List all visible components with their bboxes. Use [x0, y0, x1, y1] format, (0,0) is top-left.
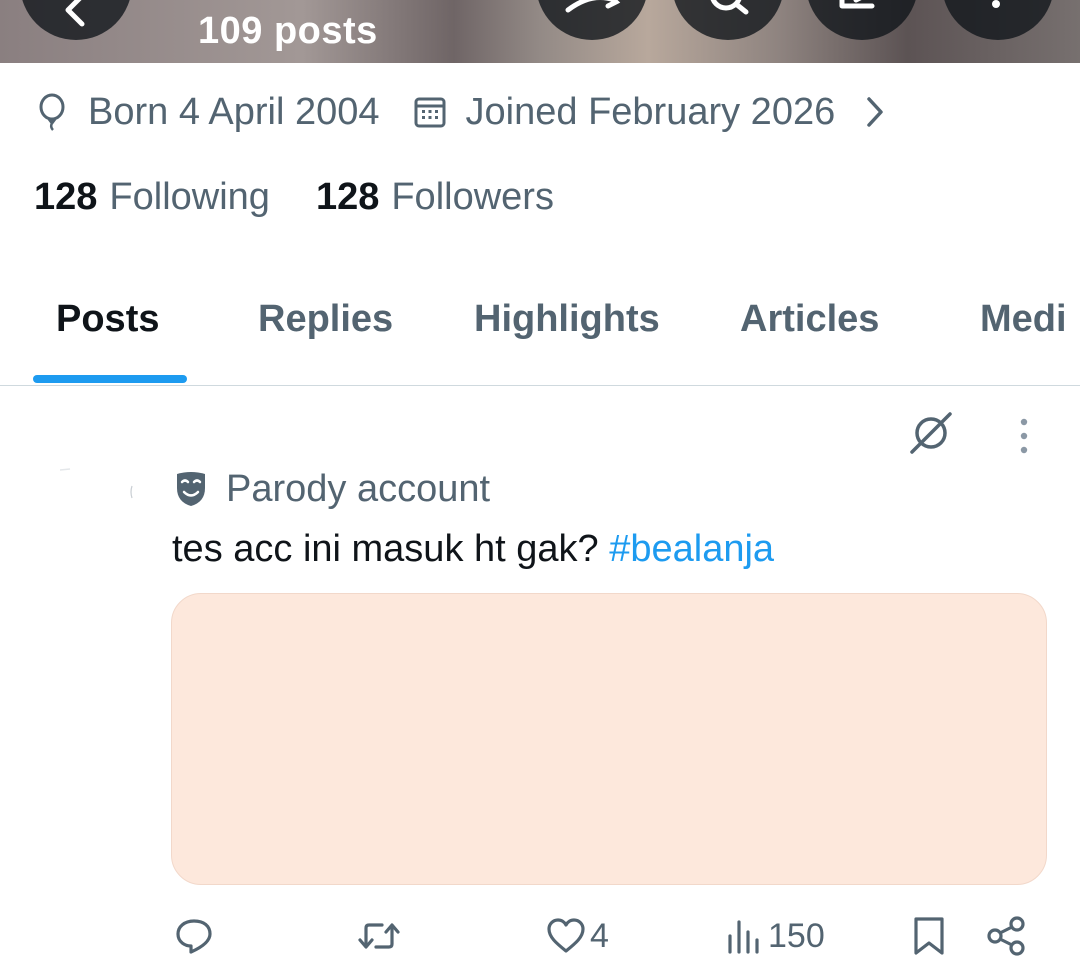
- bookmark-icon: [914, 917, 944, 955]
- followers-link[interactable]: 128 Followers: [316, 176, 554, 219]
- followers-label: Followers: [391, 175, 554, 218]
- following-label: Following: [109, 175, 270, 218]
- profile-header-banner: 109 posts: [0, 0, 1080, 63]
- share-icon: [987, 916, 1025, 956]
- bookmark-button[interactable]: [910, 910, 948, 962]
- following-count: 128: [34, 175, 98, 218]
- parody-label-row: Parody account: [174, 466, 490, 512]
- share-button[interactable]: [986, 910, 1028, 962]
- following-link[interactable]: 128 Following: [34, 176, 270, 219]
- reply-button[interactable]: [174, 910, 218, 962]
- parody-label: Parody account: [226, 467, 491, 510]
- grok-button[interactable]: [536, 0, 648, 40]
- repost-button[interactable]: [356, 910, 406, 962]
- heart-icon: [547, 918, 585, 953]
- birthday-text: Born 4 April 2004: [88, 90, 380, 133]
- profile-tabs: Posts Replies Highlights Articles Medi: [0, 270, 1080, 386]
- follow-stats: 128 Following 128 Followers: [34, 172, 554, 222]
- post-text: tes acc ini masuk ht gak? #bealanja: [172, 528, 774, 571]
- post-media[interactable]: [171, 593, 1047, 885]
- tab-highlights[interactable]: Highlights: [474, 298, 660, 341]
- edit-button[interactable]: [806, 0, 918, 40]
- search-button[interactable]: [672, 0, 784, 40]
- repost-icon: [358, 923, 400, 949]
- grok-analyze-icon[interactable]: [906, 408, 956, 458]
- profile-meta: Born 4 April 2004 Joined February 2026: [36, 88, 905, 136]
- more-icon: [992, 0, 1000, 8]
- post-body: tes acc ini masuk ht gak?: [172, 528, 599, 570]
- views-count: 150: [768, 916, 825, 955]
- tab-replies[interactable]: Replies: [258, 298, 393, 341]
- avatar[interactable]: [60, 466, 140, 506]
- more-button[interactable]: [942, 0, 1054, 40]
- back-icon: [65, 0, 85, 27]
- joined-item[interactable]: Joined February 2026: [414, 91, 906, 134]
- views-icon: [728, 920, 759, 954]
- followers-count: 128: [315, 175, 380, 218]
- theater-mask-icon: [177, 472, 205, 506]
- edit-icon: [839, 0, 875, 9]
- tab-articles[interactable]: Articles: [740, 298, 879, 341]
- search-icon: [710, 0, 749, 15]
- active-tab-indicator: [33, 375, 187, 383]
- back-button[interactable]: [20, 0, 132, 40]
- grok-icon: [565, 0, 621, 13]
- post-more-icon[interactable]: [1012, 416, 1036, 456]
- calendar-icon: [414, 97, 446, 128]
- birthday-item: Born 4 April 2004: [36, 91, 380, 134]
- balloon-icon: [39, 93, 65, 131]
- like-button[interactable]: 4: [546, 910, 609, 962]
- post-hashtag[interactable]: #bealanja: [609, 528, 774, 570]
- like-count: 4: [590, 916, 609, 955]
- views-button[interactable]: 150: [724, 910, 825, 962]
- tab-posts[interactable]: Posts: [56, 298, 159, 341]
- header-post-count: 109 posts: [198, 10, 378, 52]
- chevron-right-icon[interactable]: [865, 96, 885, 128]
- reply-icon: [176, 919, 212, 954]
- joined-text: Joined February 2026: [465, 90, 836, 133]
- tab-media[interactable]: Medi: [980, 298, 1067, 341]
